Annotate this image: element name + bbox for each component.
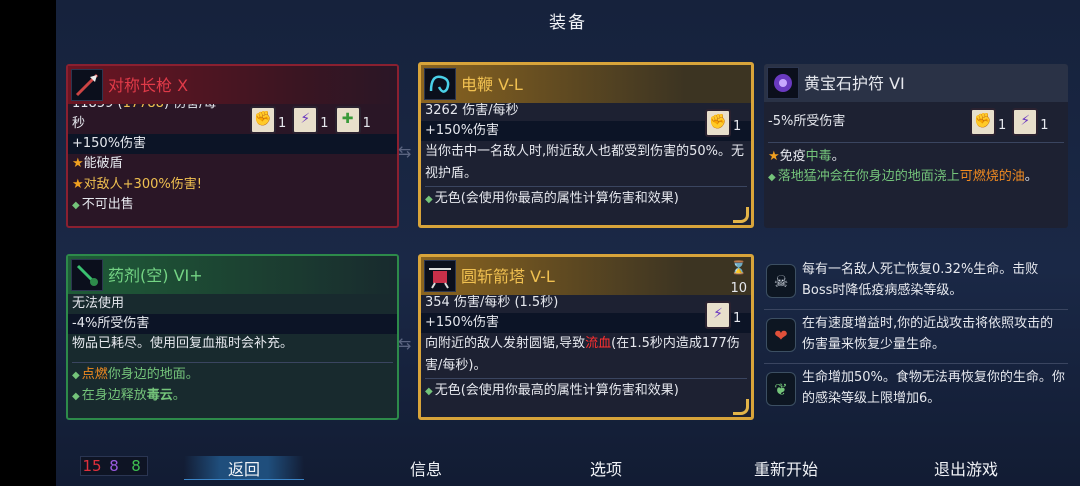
trait-poison-immune: ★免疫中毒。 — [768, 149, 845, 165]
item-name: 对称长枪 X — [108, 76, 189, 95]
amulet-card[interactable]: 黄宝石护符 VI -5%所受伤害 ✊ 1 ⚡ 1 ★免疫中毒。 ◆ 落地猛冲会在你身边… — [764, 64, 1068, 228]
survival-count: 8 — [131, 457, 141, 475]
page-title: 装备 — [549, 13, 587, 33]
survival-scroll: ✚ 1 — [334, 106, 371, 134]
mutations-list: ☠ 每有一名敌人死亡恢复0.32%生命。击败Boss时降低疫病感染等级。 ❤ 在… — [764, 256, 1068, 422]
trait-damage: ★对敌人+300%伤害! — [72, 176, 202, 192]
brutality-count: 15 — [82, 457, 102, 475]
diamond-icon: ◆ — [72, 390, 80, 402]
depleted-line: 物品已耗尽。使用回复血瓶时会补充。 — [72, 336, 294, 352]
restart-button[interactable]: 重新开始 — [726, 456, 846, 480]
legendary-corner-icon — [733, 399, 749, 415]
trait-shieldbreak: ★能破盾 — [72, 156, 123, 172]
fist-icon: ✊ — [250, 106, 276, 134]
mutation-item[interactable]: ❦ 生命增加50%。食物无法再恢复你的生命。你的感染等级上限增加6。 — [764, 364, 1068, 418]
bolt-icon: ⚡ — [1012, 108, 1039, 136]
card-header: 药剂(空) VI+ — [68, 256, 397, 294]
hourglass-icon: ⌛ — [730, 261, 747, 276]
damage-bonus: +150%伤害 — [421, 313, 751, 334]
tactics-scroll: ⚡ 1 — [1012, 108, 1049, 136]
diamond-icon: ◆ — [425, 386, 433, 398]
diamond-icon: ◆ — [72, 199, 80, 211]
flask-icon — [71, 259, 103, 291]
weapon-card-whip[interactable]: 电鞭 V-L 3262 伤害/每秒 +150%伤害 ✊ 1 当你击中一名敌人时,附… — [418, 62, 754, 228]
trait-ignite: ◆ 点燃你身边的地面。 — [72, 367, 199, 383]
divider — [425, 378, 747, 380]
item-name: 圆斩箭塔 V-L — [461, 267, 555, 286]
weapon-card-spear[interactable]: 对称长枪 X 11859 (17788) 伤害/每 秒 +150%伤害 ✊1 ⚡… — [66, 64, 399, 228]
colorless-note: ◆ 无色(会使用你最高的属性计算伤害和效果) — [425, 383, 679, 399]
tactics-scroll: ⚡ 1 — [705, 301, 741, 329]
cross-icon: ✚ — [334, 106, 361, 134]
mutation-item[interactable]: ❤ 在有速度增益时,你的近战攻击将依照攻击的伤害量来恢复少量生命。 — [764, 310, 1068, 364]
brutality-scroll: ✊ 1 — [970, 108, 1006, 136]
brutality-scroll: ✊ 1 — [705, 109, 741, 137]
card-header: 电鞭 V-L — [421, 65, 751, 103]
divider — [768, 142, 1064, 144]
damage-bonus: +150%伤害 — [421, 121, 751, 142]
dps-line: 354 伤害/每秒 (1.5秒) — [425, 295, 559, 310]
dps-line: 3262 伤害/每秒 — [425, 103, 519, 118]
whip-icon — [424, 68, 456, 100]
diamond-icon: ◆ — [72, 370, 80, 382]
colorless-note: ◆ 无色(会使用你最高的属性计算伤害和效果) — [425, 191, 679, 207]
tactics-count: 8 — [109, 457, 119, 475]
star-icon: ★ — [72, 156, 84, 172]
spear-icon — [71, 69, 103, 101]
inventory-screen: 装备 对称长枪 X 11859 (17788) 伤害/每 秒 +150%伤害 ✊… — [56, 0, 1080, 486]
mutation-item[interactable]: ☠ 每有一名敌人死亡恢复0.32%生命。击败Boss时降低疫病感染等级。 — [764, 256, 1068, 310]
scroll-slots: ✊ 1 ⚡ 1 ✚ 1 — [250, 106, 371, 134]
fist-icon: ✊ — [705, 109, 731, 137]
item-name: 黄宝石护符 VI — [804, 74, 905, 93]
heart-icon: ❤ — [766, 318, 796, 352]
potion-card[interactable]: 药剂(空) VI+ 无法使用 -4%所受伤害 物品已耗尽。使用回复血瓶时会补充。… — [66, 254, 399, 420]
turret-icon — [424, 260, 456, 292]
skull-icon: ☠ — [766, 264, 796, 298]
divider — [72, 362, 393, 364]
item-name: 药剂(空) VI+ — [108, 266, 203, 285]
stat-counters: 15 8 8 — [80, 456, 148, 476]
bolt-icon: ⚡ — [292, 106, 319, 134]
info-button[interactable]: 信息 — [366, 456, 486, 480]
diamond-icon: ◆ — [425, 194, 433, 206]
swap-arrow-icon: ⇆ — [398, 142, 412, 161]
divider — [425, 186, 747, 188]
trait-poison-cloud: ◆ 在身边释放毒云。 — [72, 387, 186, 403]
back-button[interactable]: 返回 — [184, 456, 304, 480]
options-button[interactable]: 选项 — [546, 456, 666, 480]
item-name: 电鞭 V-L — [461, 75, 523, 94]
scroll-slots: ✊ 1 — [705, 109, 741, 137]
tactics-scroll: ⚡ 1 — [292, 106, 329, 134]
card-header: 黄宝石护符 VI — [764, 64, 1068, 102]
swap-arrow-icon: ⇆ — [398, 334, 412, 353]
item-description: 当你击中一名敌人时,附近敌人也都受到伤害的50%。无视护盾。 — [425, 144, 745, 181]
scroll-slots: ✊ 1 ⚡ 1 — [970, 108, 1049, 136]
amulet-icon — [767, 67, 799, 99]
stat-line: -4%所受伤害 — [68, 314, 397, 335]
trait-unsellable: ◆ 不可出售 — [72, 196, 134, 212]
quit-button[interactable]: 退出游戏 — [906, 456, 1026, 480]
skill-card-turret[interactable]: 圆斩箭塔 V-L ⌛ 10 354 伤害/每秒 (1.5秒) +150%伤害 ⚡… — [418, 254, 754, 420]
trait-oil: ◆ 落地猛冲会在你身边的地面浇上可燃烧的油。 — [768, 169, 1038, 185]
scroll-slots: ⚡ 1 — [705, 301, 741, 329]
item-description: 向附近的敌人发射圆锯,导致流血(在1.5秒内造成177伤害/每秒)。 — [425, 336, 740, 373]
brutality-scroll: ✊ 1 — [250, 106, 286, 134]
leaf-icon: ❦ — [766, 372, 796, 406]
star-icon: ★ — [768, 149, 780, 165]
damage-bonus: +150%伤害 — [68, 134, 397, 155]
card-header: 对称长枪 X — [68, 66, 397, 104]
unusable-line: 无法使用 — [72, 296, 125, 311]
fist-icon: ✊ — [970, 108, 996, 136]
legendary-corner-icon — [733, 207, 749, 223]
card-header: 圆斩箭塔 V-L — [421, 257, 751, 295]
bolt-icon: ⚡ — [705, 301, 731, 329]
bottom-bar: 15 8 8 返回 信息 选项 重新开始 退出游戏 — [56, 450, 1080, 486]
diamond-icon: ◆ — [768, 172, 776, 184]
star-icon: ★ — [72, 176, 84, 192]
charges: ⌛ 10 — [730, 261, 747, 297]
